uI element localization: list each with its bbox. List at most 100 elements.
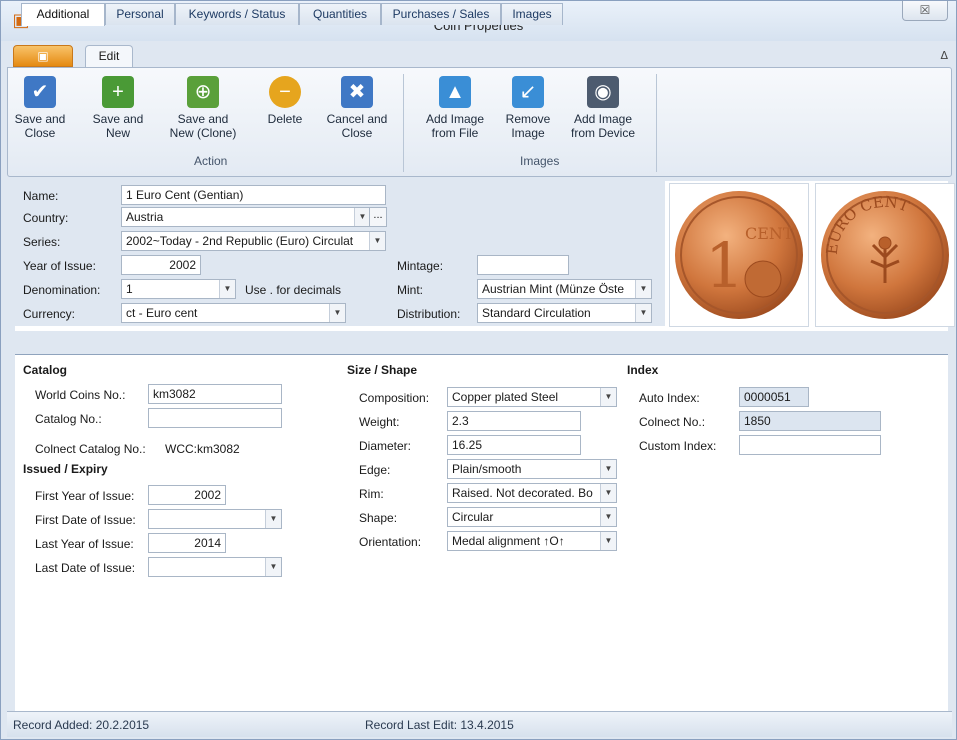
- composition-select[interactable]: Copper plated Steel ▼: [447, 387, 617, 407]
- country-browse-button[interactable]: ...: [369, 207, 387, 227]
- coin-reverse-graphic: EURO CENT: [821, 191, 949, 319]
- country-select[interactable]: Austria ▼: [121, 207, 371, 227]
- remove-image-button[interactable]: ↙ Remove Image: [502, 76, 554, 140]
- coin-properties-window: ▣ ✔ ✖ ⇤ ⇦ ⇨ ⇥ Coin Properties ☒ ▣ Edit ᐃ…: [0, 0, 957, 740]
- chevron-down-icon[interactable]: ▼: [265, 558, 281, 576]
- index-section-title: Index: [627, 363, 659, 377]
- chevron-down-icon[interactable]: ▼: [219, 280, 235, 298]
- custom-index-field[interactable]: [739, 435, 881, 455]
- save-and-new-clone-button[interactable]: ⊕ Save and New (Clone): [168, 76, 238, 140]
- tab-additional[interactable]: Additional: [21, 3, 105, 26]
- distribution-label: Distribution:: [397, 307, 461, 321]
- camera-icon: ◉: [587, 76, 619, 108]
- add-image-from-file-button[interactable]: ▲ Add Image from File: [418, 76, 492, 140]
- rim-label: Rim:: [359, 487, 384, 501]
- colnect-no-label: Colnect No.:: [639, 415, 706, 429]
- chevron-down-icon[interactable]: ▼: [369, 232, 385, 250]
- country-label: Country:: [23, 211, 69, 225]
- last-date-field[interactable]: ▼: [148, 557, 282, 577]
- chevron-down-icon[interactable]: ▼: [635, 304, 651, 322]
- svg-text:1: 1: [705, 229, 744, 302]
- close-button[interactable]: ☒: [902, 1, 948, 21]
- save-close-icon: ✔: [24, 76, 56, 108]
- tab-purchases-sales[interactable]: Purchases / Sales: [381, 3, 501, 25]
- mintage-label: Mintage:: [397, 259, 444, 273]
- coin-obverse-graphic: 1 CENT: [675, 191, 803, 319]
- first-date-field[interactable]: ▼: [148, 509, 282, 529]
- name-field[interactable]: 1 Euro Cent (Gentian): [121, 185, 386, 205]
- status-bar: Record Added: 20.2.2015 Record Last Edit…: [7, 711, 952, 737]
- save-new-icon: +: [102, 76, 134, 108]
- delete-button[interactable]: − Delete: [262, 76, 308, 126]
- chevron-down-icon[interactable]: ▼: [354, 208, 370, 226]
- detail-tabs: [15, 331, 948, 355]
- chevron-down-icon[interactable]: ▼: [635, 280, 651, 298]
- colnect-catalog-value: WCC:km3082: [165, 442, 240, 456]
- collapse-ribbon-icon[interactable]: ᐃ: [940, 49, 948, 62]
- mintage-field[interactable]: [477, 255, 569, 275]
- world-coins-label: World Coins No.:: [35, 388, 126, 402]
- currency-label: Currency:: [23, 307, 76, 321]
- diameter-label: Diameter:: [359, 439, 412, 453]
- record-added: Record Added: 20.2.2015: [13, 718, 150, 732]
- tab-images[interactable]: Images: [501, 3, 563, 25]
- tab-personal[interactable]: Personal: [105, 3, 175, 25]
- orientation-select[interactable]: Medal alignment ↑O↑ ▼: [447, 531, 617, 551]
- auto-index-label: Auto Index:: [639, 391, 700, 405]
- weight-field[interactable]: 2.3: [447, 411, 581, 431]
- name-label: Name:: [23, 189, 59, 203]
- mint-select[interactable]: Austrian Mint (Münze Öste ▼: [477, 279, 652, 299]
- first-date-label: First Date of Issue:: [35, 513, 136, 527]
- ribbon: ✔ Save and Close + Save and New ⊕ Save a…: [7, 67, 952, 177]
- edge-label: Edge:: [359, 463, 391, 477]
- rim-select[interactable]: Raised. Not decorated. Bo ▼: [447, 483, 617, 503]
- file-tab[interactable]: ▣: [13, 45, 73, 67]
- tab-edit[interactable]: Edit: [85, 45, 133, 68]
- tab-quantities[interactable]: Quantities: [299, 3, 381, 25]
- cancel-and-close-button[interactable]: ✖ Cancel and Close: [324, 76, 390, 140]
- delete-icon: −: [269, 76, 301, 108]
- cancel-close-icon: ✖: [341, 76, 373, 108]
- catalog-section-title: Catalog: [23, 363, 68, 377]
- first-year-label: First Year of Issue:: [35, 489, 135, 503]
- chevron-down-icon[interactable]: ▼: [600, 508, 616, 526]
- currency-select[interactable]: ct - Euro cent ▼: [121, 303, 346, 323]
- clone-icon: ⊕: [187, 76, 219, 108]
- edge-select[interactable]: Plain/smooth ▼: [447, 459, 617, 479]
- images-group-label: Images: [520, 154, 560, 168]
- last-date-label: Last Date of Issue:: [35, 561, 136, 575]
- ribbon-tabs: ▣ Edit ᐃ: [1, 41, 956, 68]
- chevron-down-icon[interactable]: ▼: [600, 532, 616, 550]
- svg-text:CENT: CENT: [745, 224, 794, 243]
- world-coins-field[interactable]: km3082: [148, 384, 282, 404]
- year-of-issue-field[interactable]: 2002: [121, 255, 201, 275]
- last-year-field[interactable]: 2014: [148, 533, 226, 553]
- denomination-select[interactable]: 1 ▼: [121, 279, 236, 299]
- coin-reverse-image[interactable]: EURO CENT: [815, 183, 955, 327]
- chevron-down-icon[interactable]: ▼: [265, 510, 281, 528]
- diameter-field[interactable]: 16.25: [447, 435, 581, 455]
- size-section-title: Size / Shape: [347, 363, 418, 377]
- issued-section-title: Issued / Expiry: [23, 462, 108, 476]
- record-last-edit: Record Last Edit: 13.4.2015: [365, 718, 514, 732]
- chevron-down-icon[interactable]: ▼: [600, 388, 616, 406]
- distribution-select[interactable]: Standard Circulation ▼: [477, 303, 652, 323]
- year-of-issue-label: Year of Issue:: [23, 259, 96, 273]
- mint-label: Mint:: [397, 283, 424, 297]
- weight-label: Weight:: [359, 415, 400, 429]
- chevron-down-icon[interactable]: ▼: [600, 460, 616, 478]
- chevron-down-icon[interactable]: ▼: [600, 484, 616, 502]
- chevron-down-icon[interactable]: ▼: [329, 304, 345, 322]
- coin-obverse-image[interactable]: 1 CENT: [669, 183, 809, 327]
- series-select[interactable]: 2002~Today - 2nd Republic (Euro) Circula…: [121, 231, 386, 251]
- save-and-new-button[interactable]: + Save and New: [90, 76, 146, 140]
- catalog-no-field[interactable]: [148, 408, 282, 428]
- denomination-label: Denomination:: [23, 283, 101, 297]
- colnect-catalog-label: Colnect Catalog No.:: [35, 442, 146, 456]
- save-and-close-button[interactable]: ✔ Save and Close: [12, 76, 68, 140]
- first-year-field[interactable]: 2002: [148, 485, 226, 505]
- shape-select[interactable]: Circular ▼: [447, 507, 617, 527]
- add-image-from-device-button[interactable]: ◉ Add Image from Device: [562, 76, 644, 140]
- last-year-label: Last Year of Issue:: [35, 537, 134, 551]
- tab-keywords-status[interactable]: Keywords / Status: [175, 3, 299, 25]
